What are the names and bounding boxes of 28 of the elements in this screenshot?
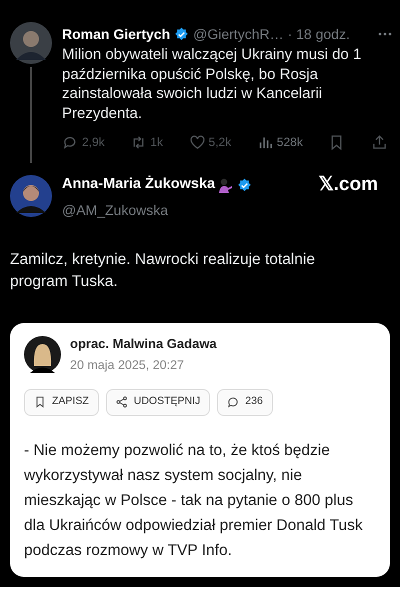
post-text: Milion obywateli walczącej Ukrainy musi do 1 października opuścić Polskę, bo Rosja zainstalowała swoich ludzi w Kancelarii Prezydenta. [62,45,362,123]
avatar [24,336,61,373]
share-icon [116,396,128,408]
author-name[interactable]: Roman Giertych [62,25,170,43]
person-icon [219,178,234,193]
stat-count: 5,2k [208,134,232,151]
stat-count: 1k [150,134,163,151]
stat-count: 2,9k [82,134,105,151]
author-handle[interactable]: @GiertychR… [193,25,284,43]
author-name[interactable]: Anna-Maria Żukowska [62,174,216,196]
save-button[interactable]: ZAPISZ [24,388,99,416]
comment-icon [227,396,240,408]
post-text: Zamilcz, kretynie. Nawrocki realizuje totalnie program Tuska. [9,250,316,292]
comments-button[interactable]: 236 [217,388,273,416]
avatar [10,22,52,64]
avatar [10,174,52,217]
article-date: 20 maja 2025, 20:27 [70,357,185,374]
bookmark-icon [34,396,46,408]
stat-count: 528k [276,134,303,151]
heart-icon[interactable] [188,134,206,150]
more-icon[interactable] [378,32,392,36]
share-icon[interactable] [370,134,388,150]
share-button[interactable]: UDOSTĘPNIJ [106,388,210,416]
post-time: · 18 godz. [288,25,350,43]
author-name[interactable]: oprac. Malwina Gadawa [70,334,217,353]
article-text: - Nie możemy pozwolić na to, że ktoś będzie wykorzystywał nasz system socjalny, nie mieszkając w Polsce - tak na pytanie o 800 plus dla Ukraińców odpowiedział premier Donald Tusk podczas rozmowy w TVP Info. [24,440,364,561]
author-handle[interactable]: @AM_Zukowska [62,200,378,220]
site-label: 𝕏.com [318,173,378,197]
